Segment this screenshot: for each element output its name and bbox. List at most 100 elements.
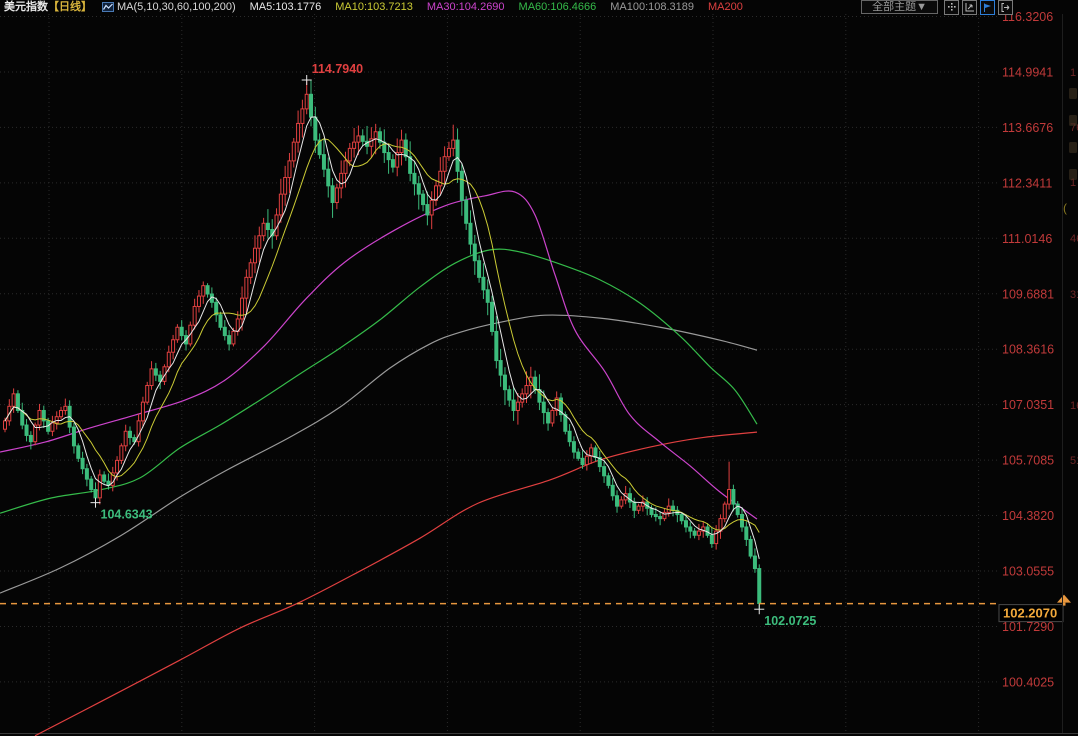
candle-body xyxy=(262,223,265,235)
candle-body xyxy=(659,517,662,519)
candle-body xyxy=(741,514,744,526)
extreme-annotation: 114.7940 xyxy=(312,62,363,76)
candle-body xyxy=(503,375,506,390)
ma-legend-item: MA60:106.4666 xyxy=(519,1,597,13)
price-arrow-icon xyxy=(1057,595,1071,603)
candle-body xyxy=(55,417,58,423)
candle-body xyxy=(728,490,731,505)
candle-body xyxy=(253,248,256,263)
candle-body xyxy=(292,142,295,161)
candle-body xyxy=(219,315,222,327)
ma-legend: MA5:103.1776MA10:103.7213MA30:104.2690MA… xyxy=(236,0,743,14)
chart-app: 116.3206114.9941113.6676112.3411111.0146… xyxy=(0,0,1078,736)
extreme-annotation: 104.6343 xyxy=(101,508,153,522)
clipped-glyph-fragment xyxy=(1069,88,1077,99)
candle-body xyxy=(482,277,485,289)
fit-chart-icon[interactable] xyxy=(962,0,977,15)
candle-body xyxy=(60,410,63,416)
candle-body xyxy=(29,435,32,441)
y-axis-label[interactable]: 114.9941 xyxy=(1002,65,1053,79)
candle-body xyxy=(689,527,692,531)
candle-body xyxy=(465,200,468,223)
candle-body xyxy=(202,286,205,296)
price-chart[interactable]: 116.3206114.9941113.6676112.3411111.0146… xyxy=(0,0,1078,736)
crosshair-icon[interactable] xyxy=(944,0,959,15)
candle-body xyxy=(387,153,390,160)
candle-body xyxy=(473,244,476,261)
y-axis-label[interactable]: 109.6881 xyxy=(1002,287,1054,301)
y-axis-label[interactable]: 113.6676 xyxy=(1002,121,1053,135)
y-axis-label[interactable]: 104.3820 xyxy=(1002,509,1054,523)
candle-body xyxy=(525,386,528,394)
candle-body xyxy=(288,161,291,178)
period-label: 【日线】 xyxy=(48,0,92,14)
candle-body xyxy=(85,469,88,479)
candle-body xyxy=(348,148,351,160)
candle-body xyxy=(38,410,41,425)
candle-body xyxy=(335,188,338,203)
candle-body xyxy=(72,427,75,446)
candle-body xyxy=(340,173,343,188)
ma-line-ma30 xyxy=(0,191,757,519)
candle-body xyxy=(603,467,606,476)
candle-body xyxy=(81,458,84,468)
candle-body xyxy=(443,157,446,172)
candle-body xyxy=(391,160,394,167)
candle-body xyxy=(4,421,7,429)
candle-body xyxy=(495,331,498,360)
clipped-paren-fragment: ( xyxy=(1063,201,1067,215)
candle-body xyxy=(581,458,584,464)
candle-body xyxy=(64,406,67,410)
candle-body xyxy=(279,194,282,215)
candle-body xyxy=(150,369,153,386)
candle-body xyxy=(680,514,683,520)
candle-body xyxy=(12,394,15,406)
y-axis-label[interactable]: 107.0351 xyxy=(1002,398,1054,412)
clipped-glyph-fragment xyxy=(1069,142,1077,153)
ma-params-label: MA(5,10,30,60,100,200) xyxy=(117,0,236,14)
ma-line-ma200 xyxy=(35,432,757,736)
candle-body xyxy=(499,361,502,376)
clipped-label-fragment: 16 xyxy=(1070,400,1078,412)
candle-body xyxy=(94,490,97,498)
candle-body xyxy=(637,506,640,510)
y-axis-label[interactable]: 112.3411 xyxy=(1002,176,1052,190)
candle-body xyxy=(758,569,761,604)
y-axis-label[interactable]: 111.0146 xyxy=(1002,232,1052,246)
candle-body xyxy=(266,223,269,229)
clipped-glyph-fragment xyxy=(1069,115,1077,126)
flag-icon[interactable] xyxy=(980,0,995,15)
candle-body xyxy=(103,475,106,481)
candle-body xyxy=(547,413,550,423)
candle-body xyxy=(572,442,575,452)
y-axis-label[interactable]: 105.7085 xyxy=(1002,454,1054,468)
candle-body xyxy=(723,504,726,519)
candle-body xyxy=(749,539,752,556)
candle-body xyxy=(430,200,433,215)
candle-body xyxy=(753,556,756,568)
candle-body xyxy=(331,186,334,203)
theme-selector[interactable]: 全部主题▼ xyxy=(861,0,938,14)
y-axis-label[interactable]: 108.3616 xyxy=(1002,343,1054,357)
candle-body xyxy=(124,431,127,446)
candle-body xyxy=(245,277,248,298)
candle-body xyxy=(684,521,687,527)
candle-body xyxy=(344,161,347,173)
candle-body xyxy=(141,402,144,421)
extreme-annotation: 102.0725 xyxy=(764,614,816,628)
candle-body xyxy=(447,148,450,156)
candle-body xyxy=(305,94,308,109)
candle-body xyxy=(77,446,80,458)
candle-body xyxy=(128,431,131,437)
candle-body xyxy=(697,531,700,535)
candle-body xyxy=(176,327,179,339)
y-axis-label[interactable]: 100.4025 xyxy=(1002,675,1054,689)
candle-body xyxy=(745,527,748,539)
exit-chart-icon[interactable] xyxy=(998,0,1013,15)
candle-body xyxy=(452,140,455,148)
line-chart-icon xyxy=(102,1,114,13)
candle-body xyxy=(439,171,442,186)
y-axis-label[interactable]: 103.0555 xyxy=(1002,565,1054,579)
candle-body xyxy=(542,402,545,412)
chart-header: 美元指数 【日线】 MA(5,10,30,60,100,200) MA5:103… xyxy=(0,0,1078,14)
